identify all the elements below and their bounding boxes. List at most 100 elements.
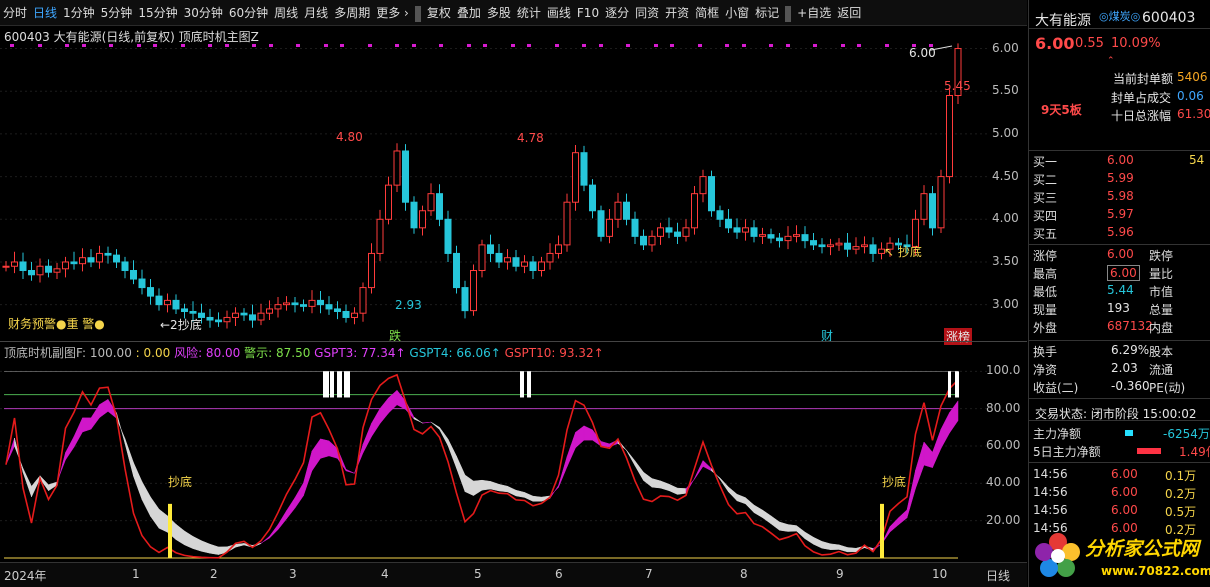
candle-body[interactable] xyxy=(869,244,877,254)
candle-body[interactable] xyxy=(232,312,239,318)
candle-body[interactable] xyxy=(623,201,630,220)
candle-body[interactable] xyxy=(96,252,103,263)
candle-body[interactable] xyxy=(155,295,163,306)
candle-body[interactable] xyxy=(512,257,520,267)
candle-body[interactable] xyxy=(325,304,333,310)
candle-body[interactable] xyxy=(470,270,477,312)
indicator-subchart[interactable] xyxy=(0,362,1027,562)
toolbar-item-0[interactable]: 分时 xyxy=(0,0,30,26)
candle-body[interactable] xyxy=(28,270,35,276)
candle-body[interactable] xyxy=(181,308,188,312)
candle-body[interactable] xyxy=(682,227,690,237)
toolbar-item-1[interactable]: 日线 xyxy=(30,0,60,26)
toolbar-item-13[interactable]: 多股 xyxy=(484,0,514,26)
candle-body[interactable] xyxy=(708,176,715,212)
candle-body[interactable] xyxy=(742,227,749,233)
candle-body[interactable] xyxy=(427,193,435,212)
toolbar-item-14[interactable]: 统计 xyxy=(514,0,544,26)
candle-body[interactable] xyxy=(164,299,171,306)
candle-body[interactable] xyxy=(2,265,10,268)
toolbar-item-16[interactable]: F10 xyxy=(574,0,602,26)
toolbar-item-12[interactable]: 叠加 xyxy=(454,0,484,26)
candle-body[interactable] xyxy=(87,257,95,263)
candle-body[interactable] xyxy=(19,261,27,272)
candle-body[interactable] xyxy=(402,150,409,203)
candle-body[interactable] xyxy=(240,312,248,316)
candle-body[interactable] xyxy=(223,316,231,323)
toolbar-item-22[interactable]: 标记 xyxy=(752,0,782,26)
candle-body[interactable] xyxy=(308,299,316,307)
candle-body[interactable] xyxy=(827,244,834,248)
candle-body[interactable] xyxy=(453,252,460,289)
candle-body[interactable] xyxy=(342,310,350,318)
candle-body[interactable] xyxy=(538,261,545,272)
candle-body[interactable] xyxy=(36,265,44,276)
toolbar-item-8[interactable]: 月线 xyxy=(301,0,331,26)
candle-body[interactable] xyxy=(844,242,851,250)
candle-body[interactable] xyxy=(614,201,622,220)
candle-body[interactable] xyxy=(11,261,18,267)
candle-body[interactable] xyxy=(53,268,61,273)
toolbar-item-23[interactable]: +自选 xyxy=(794,0,834,26)
candle-body[interactable] xyxy=(385,184,392,220)
toolbar-item-2[interactable]: 1分钟 xyxy=(60,0,98,26)
candle-body[interactable] xyxy=(121,261,129,272)
toolbar-item-21[interactable]: 小窗 xyxy=(722,0,752,26)
candle-body[interactable] xyxy=(104,252,112,256)
candle-body[interactable] xyxy=(334,308,341,312)
candle-body[interactable] xyxy=(45,265,52,273)
candle-body[interactable] xyxy=(266,308,273,314)
candle-body[interactable] xyxy=(810,240,817,246)
candle-body[interactable] xyxy=(767,234,775,239)
candle-body[interactable] xyxy=(929,193,936,229)
candle-body[interactable] xyxy=(359,287,367,314)
candle-body[interactable] xyxy=(716,210,724,220)
candle-body[interactable] xyxy=(283,302,290,306)
toolbar-item-15[interactable]: 画线 xyxy=(544,0,574,26)
candle-body[interactable] xyxy=(79,257,86,265)
candle-body[interactable] xyxy=(215,319,222,323)
candle-body[interactable] xyxy=(257,312,265,321)
candle-body[interactable] xyxy=(648,235,656,246)
candle-body[interactable] xyxy=(691,193,698,229)
candle-body[interactable] xyxy=(62,261,69,270)
candle-body[interactable] xyxy=(504,257,511,263)
toolbar-item-7[interactable]: 周线 xyxy=(271,0,301,26)
candle-body[interactable] xyxy=(784,235,792,242)
candle-body[interactable] xyxy=(665,227,673,233)
candle-body[interactable] xyxy=(487,244,494,254)
candle-body[interactable] xyxy=(138,278,146,289)
sector-tag[interactable]: ◎煤炭◎ xyxy=(1099,8,1140,24)
candle-body[interactable] xyxy=(249,314,256,321)
candle-body[interactable] xyxy=(818,244,826,248)
candle-body[interactable] xyxy=(172,299,180,310)
candle-body[interactable] xyxy=(147,287,154,297)
candle-body[interactable] xyxy=(546,252,554,263)
candle-body[interactable] xyxy=(410,201,418,229)
toolbar-item-24[interactable]: 返回 xyxy=(834,0,864,26)
candle-body[interactable] xyxy=(130,270,137,280)
candle-body[interactable] xyxy=(572,152,579,203)
candle-body[interactable] xyxy=(529,261,537,272)
candle-body[interactable] xyxy=(861,244,868,248)
candle-body[interactable] xyxy=(606,218,613,237)
candle-body[interactable] xyxy=(640,235,647,246)
toolbar-item-3[interactable]: 5分钟 xyxy=(98,0,136,26)
candle-body[interactable] xyxy=(580,152,588,186)
candle-body[interactable] xyxy=(436,193,443,220)
candle-body[interactable] xyxy=(419,210,426,229)
toolbar-item-17[interactable]: 逐分 xyxy=(602,0,632,26)
candle-body[interactable] xyxy=(555,244,562,254)
candle-body[interactable] xyxy=(589,184,596,212)
candle-body[interactable] xyxy=(376,218,384,254)
price-candle-chart[interactable] xyxy=(0,26,1027,341)
candle-body[interactable] xyxy=(189,310,197,314)
candle-body[interactable] xyxy=(70,261,78,265)
candle-body[interactable] xyxy=(351,312,358,318)
toolbar-item-10[interactable]: 更多 › xyxy=(373,0,412,26)
candle-body[interactable] xyxy=(444,218,452,254)
candle-body[interactable] xyxy=(852,246,860,250)
candle-body[interactable] xyxy=(521,261,528,267)
candle-body[interactable] xyxy=(674,231,681,237)
toolbar-item-20[interactable]: 简框 xyxy=(692,0,722,26)
